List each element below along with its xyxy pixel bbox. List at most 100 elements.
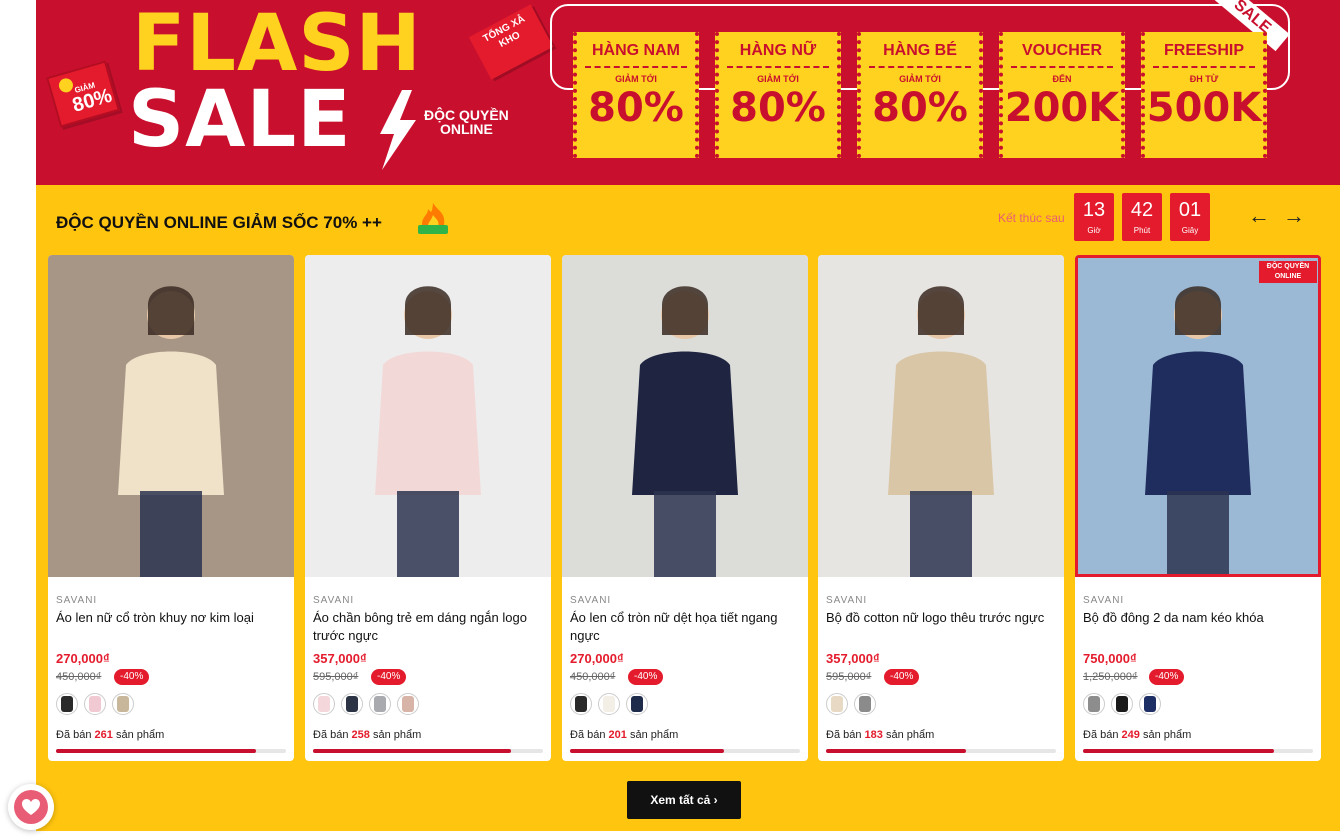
product-brand: SAVANI bbox=[570, 595, 612, 606]
product-name[interactable]: Áo len nữ cổ tròn khuy nơ kim loại bbox=[56, 609, 288, 627]
product-name[interactable]: Bộ đồ đông 2 da nam kéo khóa bbox=[1083, 609, 1315, 627]
sold-suffix: sản phẩm bbox=[1142, 729, 1192, 741]
exclusive-line2: ONLINE bbox=[439, 121, 493, 137]
discount-badge: -40% bbox=[114, 669, 150, 685]
product-card[interactable]: SAVANI Áo chần bông trẻ em dáng ngắn logo… bbox=[305, 255, 551, 761]
product-image[interactable] bbox=[562, 255, 808, 577]
product-price: 750,000₫ bbox=[1083, 651, 1137, 666]
countdown-label: Kết thúc sau bbox=[998, 211, 1065, 225]
favorite-button[interactable] bbox=[8, 784, 54, 830]
product-image[interactable] bbox=[818, 255, 1064, 577]
arrow-left-icon[interactable]: ← bbox=[1248, 205, 1270, 227]
color-swatch[interactable] bbox=[313, 693, 335, 715]
color-swatches bbox=[56, 693, 134, 715]
color-swatch[interactable] bbox=[826, 693, 848, 715]
color-swatch[interactable] bbox=[570, 693, 592, 715]
coupon-value: 80% bbox=[872, 85, 968, 131]
coupon-1[interactable]: HÀNG NỮ GIẢM TỚI 80% bbox=[715, 32, 841, 158]
sold-progress-fill bbox=[313, 749, 511, 753]
view-all-button[interactable]: Xem tất cả › bbox=[627, 781, 741, 819]
coupon-3[interactable]: VOUCHER ĐẾN 200K bbox=[999, 32, 1125, 158]
product-brand: SAVANI bbox=[313, 595, 355, 606]
sold-progress-fill bbox=[56, 749, 257, 753]
product-name[interactable]: Bộ đồ cotton nữ logo thêu trước ngực bbox=[826, 609, 1058, 627]
color-swatch[interactable] bbox=[369, 693, 391, 715]
product-old-price: 1,250,000₫ bbox=[1083, 671, 1138, 683]
product-old-price: 595,000₫ bbox=[826, 671, 872, 683]
arrow-right-icon[interactable]: → bbox=[1283, 205, 1305, 227]
product-price: 270,000₫ bbox=[56, 651, 110, 666]
sold-progress-bar bbox=[826, 749, 1056, 753]
color-swatch[interactable] bbox=[626, 693, 648, 715]
countdown-unit: Giờ bbox=[1087, 226, 1101, 235]
coupon-subtitle: ĐH TỪ bbox=[1189, 74, 1219, 84]
product-name[interactable]: Áo chần bông trẻ em dáng ngắn logo trước… bbox=[313, 609, 545, 645]
coupon-subtitle: GIẢM TỚI bbox=[899, 74, 941, 84]
sold-progress-fill bbox=[570, 749, 725, 753]
countdown-value: 13 bbox=[1082, 199, 1106, 221]
sold-number: 201 bbox=[608, 729, 627, 741]
sold-progress-fill bbox=[1083, 749, 1274, 753]
product-card[interactable]: SAVANI Bộ đồ cotton nữ logo thêu trước ng… bbox=[818, 255, 1064, 761]
sold-prefix: Đã bán bbox=[570, 729, 606, 741]
sold-prefix: Đã bán bbox=[826, 729, 862, 741]
color-swatch[interactable] bbox=[341, 693, 363, 715]
countdown-box: 01 Giây bbox=[1170, 193, 1210, 241]
color-swatch[interactable] bbox=[1139, 693, 1161, 715]
countdown-unit: Giây bbox=[1181, 226, 1199, 235]
discount-badge: -40% bbox=[1149, 669, 1185, 685]
product-brand: SAVANI bbox=[1083, 595, 1125, 606]
sold-suffix: sản phẩm bbox=[629, 729, 679, 741]
color-swatch[interactable] bbox=[56, 693, 78, 715]
sold-progress-fill bbox=[826, 749, 967, 753]
lightning-icon bbox=[380, 90, 416, 170]
product-name[interactable]: Áo len cổ tròn nữ dệt họa tiết ngang ngự… bbox=[570, 609, 802, 645]
coupon-subtitle: GIẢM TỚI bbox=[615, 74, 657, 84]
product-image[interactable] bbox=[305, 255, 551, 577]
product-photo bbox=[888, 286, 994, 577]
sold-prefix: Đã bán bbox=[1083, 729, 1119, 741]
flash-sale-banner[interactable]: GIẢM 80% FLASH SALE ĐỘC QUYỀN ONLINE TỔN… bbox=[36, 0, 1340, 185]
countdown-value: 01 bbox=[1178, 199, 1202, 221]
product-image[interactable]: ĐỘC QUYỀN ONLINE bbox=[1075, 255, 1321, 577]
coupon-2[interactable]: HÀNG BÉ GIẢM TỚI 80% bbox=[857, 32, 983, 158]
discount-badge: -40% bbox=[628, 669, 664, 685]
product-card[interactable]: SAVANI Áo len cổ tròn nữ dệt họa tiết nga… bbox=[562, 255, 808, 761]
coupon-title: HÀNG NAM bbox=[592, 42, 680, 59]
sold-count: Đã bán 201 sản phẩm bbox=[570, 729, 678, 741]
color-swatch[interactable] bbox=[1083, 693, 1105, 715]
sold-number: 249 bbox=[1121, 729, 1140, 741]
discount-badge: -40% bbox=[371, 669, 407, 685]
clearance-tag: TỔNG XẢ KHO bbox=[468, 4, 554, 80]
sold-progress-bar bbox=[313, 749, 543, 753]
coupon-title: HÀNG NỮ bbox=[739, 42, 817, 59]
fire-deals-icon bbox=[418, 203, 448, 234]
color-swatch[interactable] bbox=[1111, 693, 1133, 715]
coupon-4[interactable]: FREESHIP ĐH TỪ 500K bbox=[1141, 32, 1267, 158]
color-swatch[interactable] bbox=[112, 693, 134, 715]
coupon-title: FREESHIP bbox=[1163, 42, 1244, 59]
view-all-label: Xem tất cả bbox=[650, 793, 711, 807]
color-swatch[interactable] bbox=[397, 693, 419, 715]
product-card[interactable]: SAVANI Áo len nữ cổ tròn khuy nơ kim loại… bbox=[48, 255, 294, 761]
exclusive-line1: ĐỘC QUYỀN bbox=[424, 107, 509, 123]
color-swatch[interactable] bbox=[84, 693, 106, 715]
section-title: ĐỘC QUYỀN ONLINE GIẢM SỐC 70% ++ bbox=[56, 213, 382, 232]
sold-progress-bar bbox=[570, 749, 800, 753]
exclusive-online-label: ĐỘC QUYỀN ONLINE bbox=[424, 108, 509, 136]
product-photo bbox=[375, 286, 481, 577]
countdown-box: 42 Phút bbox=[1122, 193, 1162, 241]
sold-count: Đã bán 261 sản phẩm bbox=[56, 729, 164, 741]
color-swatch[interactable] bbox=[854, 693, 876, 715]
coupon-title: VOUCHER bbox=[1021, 42, 1102, 59]
sold-number: 261 bbox=[94, 729, 113, 741]
product-image[interactable] bbox=[48, 255, 294, 577]
sold-count: Đã bán 258 sản phẩm bbox=[313, 729, 421, 741]
coupon-0[interactable]: HÀNG NAM GIẢM TỚI 80% bbox=[573, 32, 699, 158]
flash-deals-section: ĐỘC QUYỀN ONLINE GIẢM SỐC 70% ++ Kết thú… bbox=[36, 185, 1340, 831]
product-card[interactable]: ĐỘC QUYỀN ONLINE SAVANI Bộ đồ đông 2 da na… bbox=[1075, 255, 1321, 761]
product-brand: SAVANI bbox=[826, 595, 868, 606]
sold-prefix: Đã bán bbox=[313, 729, 349, 741]
color-swatch[interactable] bbox=[598, 693, 620, 715]
discount-badge: -40% bbox=[884, 669, 920, 685]
